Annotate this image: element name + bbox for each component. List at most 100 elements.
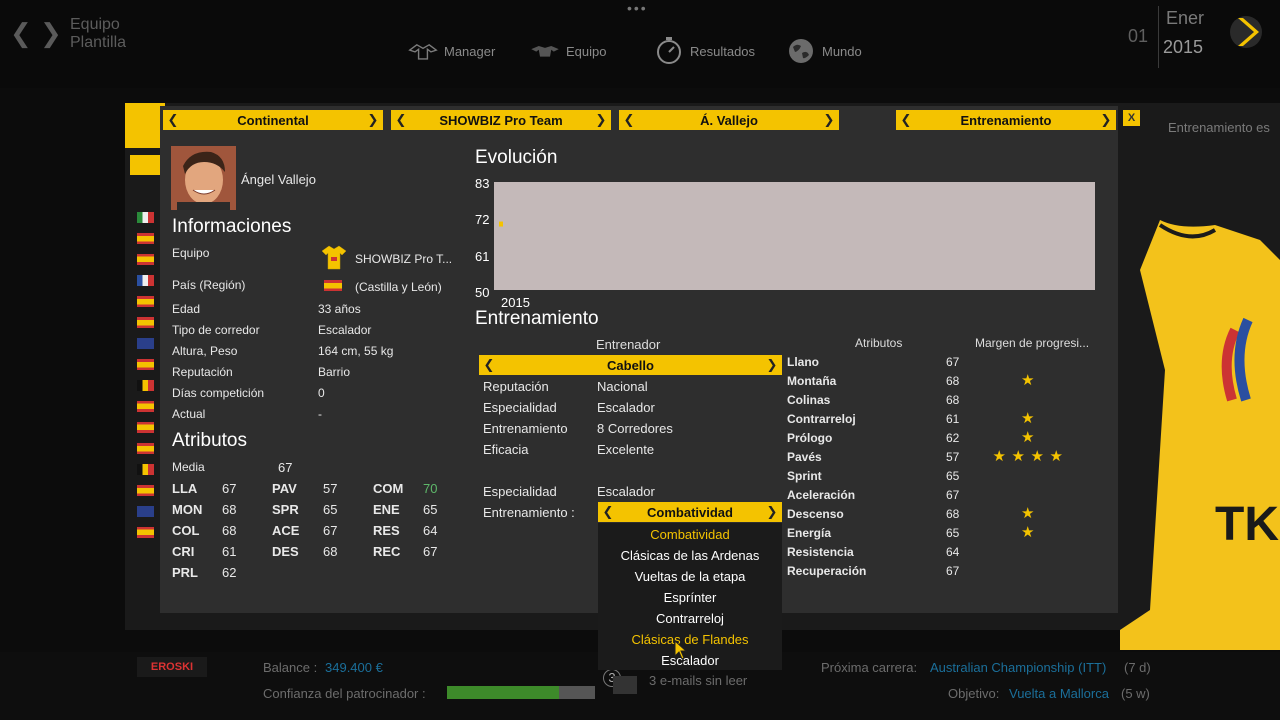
rider-selector[interactable]: ❮ Á. Vallejo ❯ (619, 110, 839, 130)
next-arrow-icon[interactable]: ❯ (367, 112, 379, 128)
envelope-icon[interactable] (613, 676, 637, 694)
y-tick-label: 83 (475, 176, 490, 191)
training-option-hover[interactable]: Clásicas de Flandes (598, 632, 782, 647)
progress-attribute-value: 68 (946, 393, 960, 407)
globe-icon (786, 38, 816, 64)
star-icon: ★ (1021, 505, 1035, 522)
info-label: Altura, Peso (172, 344, 238, 358)
australia-flag-icon (137, 506, 154, 517)
star-icon: ★ (1021, 372, 1035, 389)
coach-value: Excelente (597, 442, 655, 457)
margin-column-header: Margen de progresi... (975, 336, 1090, 350)
nav-mundo[interactable]: Mundo (786, 36, 862, 66)
training-option[interactable]: Vueltas de la etapa (598, 569, 782, 584)
prev-arrow-icon[interactable]: ❮ (395, 112, 407, 128)
spain-flag-icon (137, 485, 154, 496)
breadcrumb-section[interactable]: Equipo (70, 16, 120, 34)
progress-attribute-name: Prólogo (787, 431, 833, 445)
forward-arrow-icon[interactable]: ❯ (40, 18, 62, 49)
attr-value: 67 (222, 481, 237, 496)
progress-attribute-name: Contrarreloj (787, 412, 856, 426)
next-race-link[interactable]: Australian Championship (ITT) (930, 660, 1106, 675)
objective-label: Objetivo: (948, 686, 1000, 701)
y-tick-label: 61 (475, 249, 490, 264)
next-arrow-icon[interactable]: ❯ (766, 504, 778, 520)
evolution-heading: Evolución (475, 147, 558, 168)
info-race-days-value: 0 (318, 386, 325, 400)
progress-attribute-name: Recuperación (787, 564, 867, 578)
y-tick-label: 50 (475, 285, 490, 300)
nav-equipo[interactable]: Equipo (530, 36, 606, 66)
average-value: 67 (278, 460, 293, 475)
more-dots-icon[interactable]: ••• (627, 0, 648, 16)
y-tick-label: 72 (475, 212, 490, 227)
coach-label: Especialidad (483, 400, 557, 415)
next-race-label: Próxima carrera: (821, 660, 918, 675)
view-selector[interactable]: ❮ Entrenamiento ❯ (896, 110, 1116, 130)
training-option[interactable]: Clásicas de las Ardenas (598, 548, 782, 563)
attr-key: RES (373, 523, 400, 538)
attr-value: 65 (323, 502, 338, 517)
attr-value: 67 (323, 523, 338, 538)
training-option[interactable]: Contrarreloj (598, 611, 782, 626)
spain-flag-icon (137, 443, 154, 454)
training-options-list: Combatividad Clásicas de las Ardenas Vue… (598, 523, 782, 670)
attr-key: CRI (172, 544, 195, 559)
next-arrow-icon[interactable]: ❯ (595, 112, 607, 128)
progress-attribute-name: Resistencia (787, 545, 854, 559)
coach-selector[interactable]: ❮ Cabello ❯ (479, 355, 782, 375)
prev-arrow-icon[interactable]: ❮ (483, 357, 495, 373)
training-option[interactable]: Escalador (598, 653, 782, 668)
data-point (499, 221, 503, 227)
background-label: Entrenamiento es (1168, 120, 1270, 135)
next-arrow-icon[interactable]: ❯ (766, 357, 778, 373)
svg-text:TKE: TKE (1215, 498, 1280, 551)
training-option[interactable]: Combatividad (598, 527, 782, 542)
back-arrow-icon[interactable]: ❮ (10, 18, 32, 49)
info-current-value: - (318, 407, 322, 421)
training-type-dropdown[interactable]: ❮ Combatividad ❯ (598, 502, 782, 522)
prev-arrow-icon[interactable]: ❮ (602, 504, 614, 520)
mail-text[interactable]: 3 e-mails sin leer (649, 673, 747, 688)
team-jersey-icon (320, 243, 348, 274)
attr-key: COM (373, 481, 404, 496)
progress-attribute-value: 57 (946, 450, 960, 464)
coach-label: Reputación (483, 379, 549, 394)
close-button[interactable]: X (1123, 110, 1140, 126)
prev-arrow-icon[interactable]: ❮ (623, 112, 635, 128)
info-label: País (Región) (172, 278, 246, 292)
stopwatch-icon (654, 37, 684, 64)
next-arrow-icon[interactable]: ❯ (1100, 112, 1112, 128)
nav-resultados[interactable]: Resultados (654, 36, 755, 66)
info-type-value: Escalador (318, 323, 372, 337)
rider-avatar (171, 146, 236, 210)
progress-attribute-name: Llano (787, 355, 819, 369)
star-icon: ★ (1021, 524, 1035, 541)
attr-key: COL (172, 523, 200, 538)
info-age-value: 33 años (318, 302, 361, 316)
breadcrumb-page[interactable]: Plantilla (70, 34, 126, 52)
average-label: Media (172, 460, 205, 474)
balance-label: Balance : (263, 660, 318, 675)
attr-value: 64 (423, 523, 438, 538)
date-year: 2015 (1163, 37, 1204, 57)
objective-link[interactable]: Vuelta a Mallorca (1009, 686, 1109, 701)
category-selector[interactable]: ❮ Continental ❯ (163, 110, 383, 130)
date-divider (1158, 6, 1159, 68)
next-day-button[interactable] (1228, 12, 1264, 52)
specialty-value: Escalador (597, 484, 655, 499)
nav-manager[interactable]: Manager (408, 36, 495, 66)
training-option[interactable]: Esprínter (598, 590, 782, 605)
prev-arrow-icon[interactable]: ❮ (167, 112, 179, 128)
objective-weeks: (5 w) (1121, 686, 1150, 701)
team-selector[interactable]: ❮ SHOWBIZ Pro Team ❯ (391, 110, 611, 130)
prev-arrow-icon[interactable]: ❮ (900, 112, 912, 128)
attr-value: 68 (323, 544, 338, 559)
attr-key: ACE (272, 523, 300, 538)
info-team-value[interactable]: SHOWBIZ Pro T... (355, 252, 452, 266)
balance-value[interactable]: 349.400 € (325, 660, 383, 675)
confidence-label: Confianza del patrocinador : (263, 686, 426, 701)
confidence-bar (447, 686, 595, 699)
attr-value: 65 (423, 502, 438, 517)
next-arrow-icon[interactable]: ❯ (823, 112, 835, 128)
